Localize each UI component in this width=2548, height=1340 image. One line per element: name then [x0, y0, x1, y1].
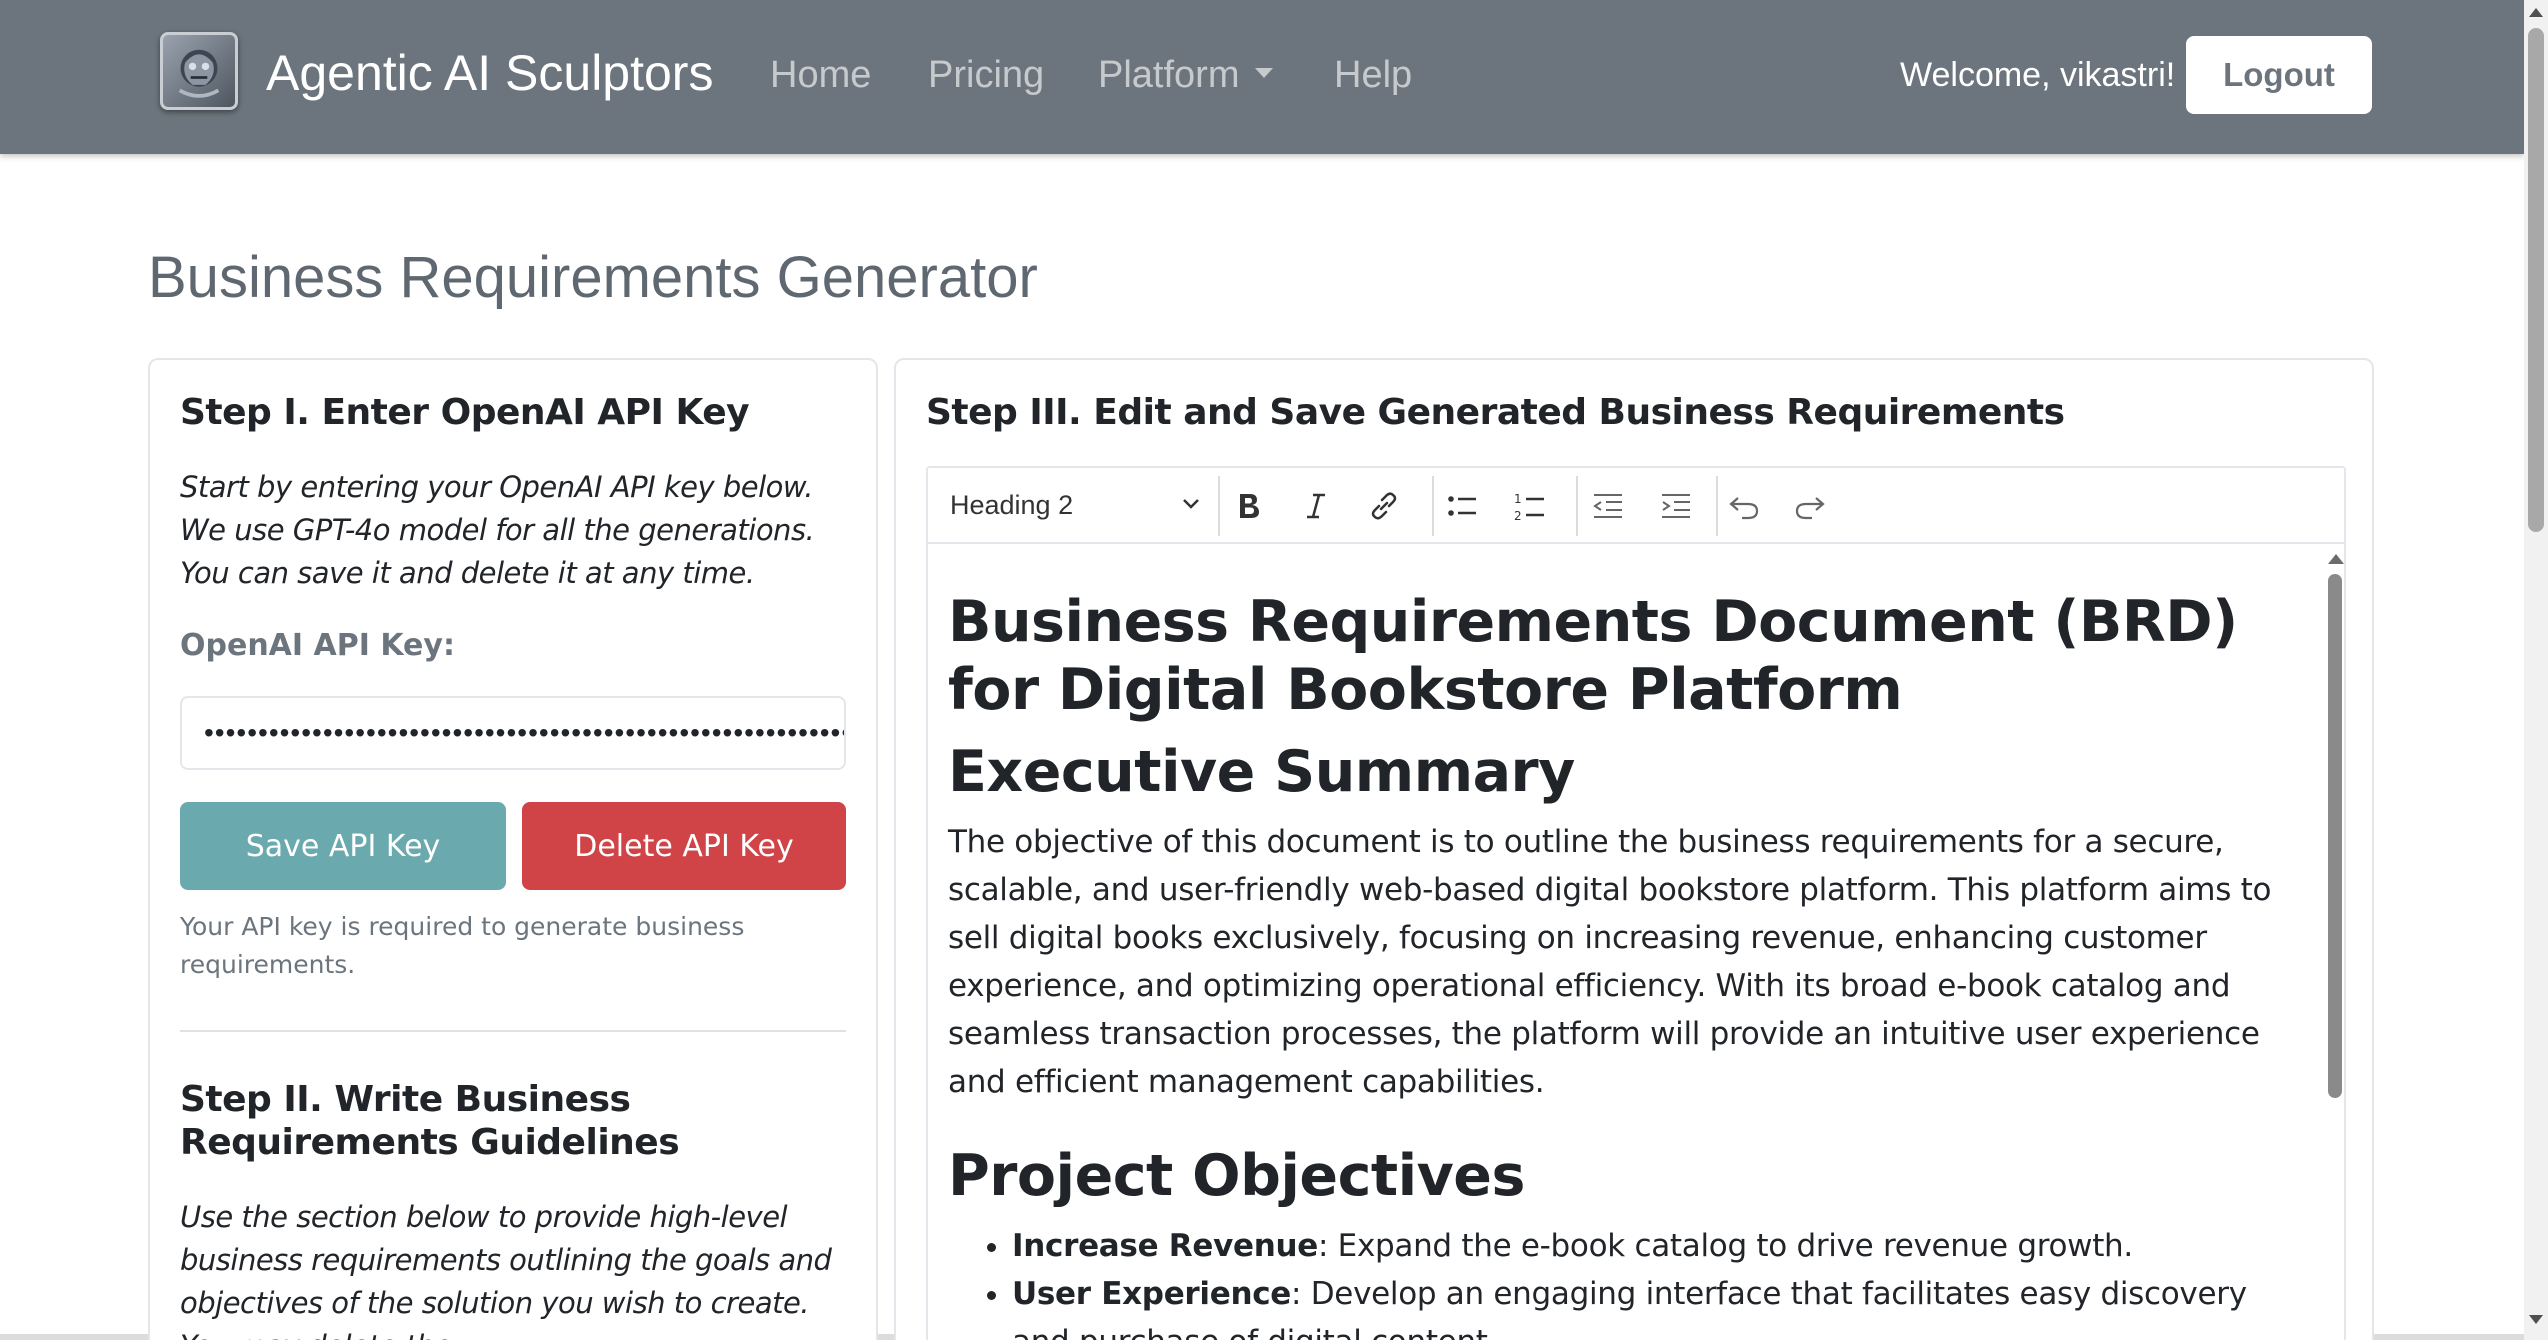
brand-logo-icon[interactable]	[160, 32, 238, 110]
toolbar-separator	[1218, 476, 1220, 536]
section-heading-summary: Executive Summary	[948, 739, 1575, 805]
heading-select[interactable]: Heading 2	[950, 482, 1208, 528]
delete-api-key-button[interactable]: Delete API Key	[522, 802, 846, 890]
numbered-list-icon[interactable]: 12	[1510, 486, 1550, 526]
svg-text:2: 2	[1514, 509, 1522, 523]
toolbar-separator	[1432, 476, 1434, 536]
nav-home[interactable]: Home	[770, 54, 871, 97]
api-key-help-text: Your API key is required to generate bus…	[180, 912, 745, 979]
editor-toolbar: Heading 2 12	[928, 468, 2344, 544]
bold-icon[interactable]	[1228, 486, 1268, 526]
editor-content[interactable]: Business Requirements Document (BRD) for…	[928, 544, 2324, 1340]
heading-select-value: Heading 2	[950, 489, 1074, 520]
objectives-list: Increase Revenue: Expand the e-book cata…	[948, 1222, 2304, 1340]
page-scrollbar[interactable]	[2524, 0, 2548, 1340]
document-title: Business Requirements Document (BRD) for…	[948, 589, 2238, 723]
page-title: Business Requirements Generator	[148, 245, 1038, 310]
link-icon[interactable]	[1364, 486, 1404, 526]
scroll-up-icon[interactable]	[2328, 554, 2344, 564]
svg-text:1: 1	[1514, 492, 1522, 506]
chevron-down-icon	[1255, 67, 1274, 78]
toolbar-separator	[1576, 476, 1578, 536]
step1-intro: Start by entering your OpenAI API key be…	[180, 470, 815, 590]
toolbar-separator	[1716, 476, 1718, 536]
rich-text-editor[interactable]: Heading 2 12 Business Requirements Docum…	[926, 466, 2346, 1340]
api-key-label: OpenAI API Key:	[180, 628, 455, 663]
bulleted-list-icon[interactable]	[1442, 486, 1482, 526]
undo-icon[interactable]	[1724, 486, 1764, 526]
navbar: Agentic AI Sculptors Home Pricing Platfo…	[0, 0, 2524, 154]
nav-help[interactable]: Help	[1334, 54, 1412, 97]
step2-intro: Use the section below to provide high-le…	[180, 1200, 832, 1340]
nav-pricing[interactable]: Pricing	[928, 54, 1044, 97]
scroll-up-icon[interactable]	[2529, 8, 2543, 17]
step3-title: Step III. Edit and Save Generated Busine…	[926, 392, 2065, 433]
indent-icon[interactable]	[1656, 486, 1696, 526]
objective-text: : Expand the e-book catalog to drive rev…	[1317, 1228, 2133, 1264]
outdent-icon[interactable]	[1588, 486, 1628, 526]
redo-icon[interactable]	[1790, 486, 1830, 526]
scroll-down-icon[interactable]	[2529, 1315, 2543, 1324]
section-heading-objectives: Project Objectives	[948, 1143, 1525, 1209]
scrollbar-thumb[interactable]	[2528, 28, 2544, 532]
welcome-text: Welcome, vikastri!	[1900, 56, 2176, 94]
summary-paragraph: The objective of this document is to out…	[948, 824, 2272, 1100]
objective-term: User Experience	[1012, 1276, 1292, 1312]
save-api-key-button[interactable]: Save API Key	[180, 802, 506, 890]
objective-term: Increase Revenue	[1012, 1228, 1318, 1264]
list-item: User Experience: Develop an engaging int…	[1012, 1270, 2304, 1340]
brand-name[interactable]: Agentic AI Sculptors	[266, 44, 713, 102]
step2-title: Step II. Write Business Requirements Gui…	[180, 1079, 680, 1163]
logout-button[interactable]: Logout	[2186, 36, 2372, 114]
editor-card: Step III. Edit and Save Generated Busine…	[894, 358, 2374, 1340]
italic-icon[interactable]	[1296, 486, 1336, 526]
nav-platform-label: Platform	[1098, 54, 1240, 96]
step1-title: Step I. Enter OpenAI API Key	[180, 392, 750, 433]
divider	[180, 1030, 846, 1032]
nav-platform-dropdown[interactable]: Platform	[1098, 54, 1274, 97]
editor-scrollbar-thumb[interactable]	[2328, 574, 2342, 1098]
api-key-card: Step I. Enter OpenAI API Key Start by en…	[148, 358, 878, 1340]
list-item: Increase Revenue: Expand the e-book cata…	[1012, 1222, 2304, 1270]
chevron-down-icon	[1183, 499, 1199, 509]
editor-scrollbar[interactable]	[2324, 544, 2344, 1340]
api-key-input[interactable]: ••••••••••••••••••••••••••••••••••••••••…	[180, 696, 846, 770]
